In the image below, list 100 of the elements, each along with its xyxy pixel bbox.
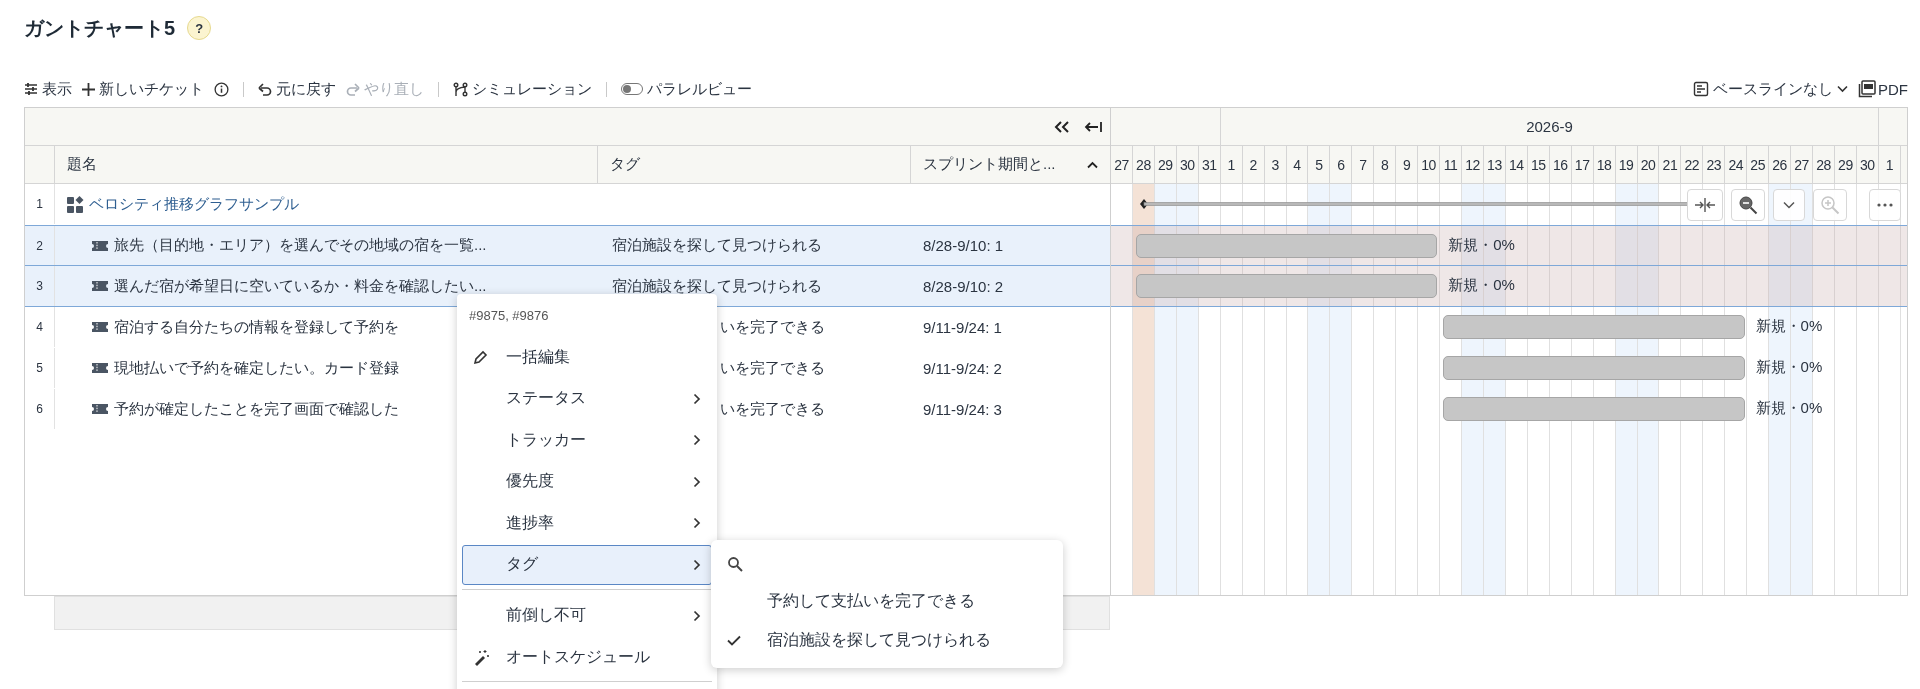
info-icon[interactable] <box>214 81 229 97</box>
menu-item[interactable]: 進捗率 <box>462 503 712 543</box>
sprint-text: 9/11-9/24: 2 <box>923 359 1002 377</box>
zoom-in-icon <box>1820 195 1840 215</box>
chevron-right-icon <box>693 434 701 446</box>
undo-button[interactable]: 元に戻す <box>258 79 336 99</box>
pdf-file-icon <box>1858 80 1876 98</box>
column-header[interactable]: タグ <box>598 146 911 183</box>
row-number: 4 <box>36 320 43 334</box>
zoom-out-button[interactable] <box>1731 189 1765 221</box>
tag-option[interactable]: 宿泊施設を探して見つけられる <box>711 621 1063 660</box>
menu-item[interactable]: 優先度 <box>462 461 712 502</box>
ticket-title[interactable]: 予約が確定したことを完了画面で確認した <box>114 399 399 419</box>
day-label: 11 <box>1443 156 1458 173</box>
sort-up-icon[interactable] <box>1087 160 1098 169</box>
day-label: 17 <box>1574 156 1590 173</box>
day-label: 6 <box>1337 156 1345 173</box>
ticket-icon <box>91 403 109 415</box>
month-label: 2026-9 <box>1526 118 1573 135</box>
day-label: 4 <box>1293 156 1301 173</box>
ticket-title[interactable]: 現地払いで予約を確定したい。カード登録 <box>114 358 399 378</box>
more-button[interactable] <box>1869 189 1901 221</box>
chevron-down-icon <box>1837 85 1848 93</box>
simulation-button[interactable]: シミュレーション <box>453 79 592 99</box>
dropdown-button[interactable] <box>1773 189 1805 221</box>
tag-text: 宿泊施設を探して見つけられる <box>612 236 822 255</box>
plus-icon <box>82 82 95 96</box>
day-label: 14 <box>1509 156 1524 173</box>
collapse-arrows-icon <box>1694 198 1716 212</box>
column-header[interactable]: 題名 <box>55 146 598 183</box>
table-row[interactable]: 1 ベロシティ推移グラフサンプル <box>25 184 1110 225</box>
chevron-right-icon <box>693 517 701 529</box>
day-label: 25 <box>1750 156 1765 173</box>
ticket-icon <box>91 280 109 292</box>
sliders-icon <box>24 82 38 96</box>
tag-option[interactable]: 予約して支払いを完了できる <box>711 582 1063 621</box>
chevron-right-icon <box>693 558 701 571</box>
menu-item[interactable]: トラッカー <box>462 420 712 460</box>
tag-text: 宿泊施設を探して見つけられる <box>612 276 822 296</box>
chevron-right-icon <box>693 609 701 622</box>
ticket-title[interactable]: 旅先（目的地・エリア）を選んでその地域の宿を一覧... <box>114 236 487 255</box>
task-bar[interactable] <box>1135 274 1438 298</box>
ticket-title[interactable]: 選んだ宿が希望日に空いているか・料金を確認したい... <box>114 276 487 296</box>
parallel-view-toggle[interactable]: パラレルビュー <box>621 79 752 99</box>
menu-header: #9875, #9876 <box>468 307 550 325</box>
more-icon <box>1877 203 1893 207</box>
sprint-text: 9/11-9/24: 1 <box>923 318 1002 336</box>
document-icon <box>1693 81 1709 97</box>
page-title: ガントチャート5 <box>24 15 176 41</box>
row-number: 6 <box>36 402 43 416</box>
new-ticket-button[interactable]: 新しいチケット <box>82 79 204 99</box>
task-bar[interactable] <box>1443 397 1745 421</box>
summary-bar[interactable] <box>1138 198 1687 210</box>
day-label: 26 <box>1772 156 1787 173</box>
tag-text: いを完了できる <box>720 399 825 419</box>
day-label: 21 <box>1662 156 1678 173</box>
search-icon <box>727 556 743 572</box>
fit-button[interactable] <box>1687 189 1723 221</box>
branch-icon <box>453 81 468 97</box>
collapse-arrow-icon[interactable] <box>1084 120 1102 133</box>
ticket-title[interactable]: 宿泊する自分たちの情報を登録して予約を <box>114 317 399 337</box>
ticket-icon <box>91 239 109 252</box>
chevron-right-icon <box>693 475 701 488</box>
row-number: 5 <box>36 361 43 375</box>
day-label: 7 <box>1359 156 1367 173</box>
collapse-double-chevron-icon[interactable] <box>1054 120 1070 133</box>
check-icon <box>727 635 741 646</box>
day-label: 1 <box>1885 156 1893 173</box>
day-label: 1 <box>1227 156 1235 173</box>
table-row[interactable]: 3 選んだ宿が希望日に空いているか・料金を確認したい... 宿泊施設を探して見つけられる 8/28-9/10: 2 <box>25 266 1110 307</box>
day-label: 29 <box>1158 156 1173 173</box>
column-header[interactable]: スプリント期間と... <box>923 155 1056 174</box>
bar-label: 新規・0% <box>1448 236 1515 255</box>
menu-item[interactable]: 一括編集 <box>462 337 712 377</box>
task-bar[interactable] <box>1443 315 1745 339</box>
menu-item[interactable]: ステータス <box>462 378 712 419</box>
help-button[interactable]: ? <box>187 16 212 40</box>
table-row[interactable]: 2 旅先（目的地・エリア）を選んでその地域の宿を一覧... 宿泊施設を探して見つけられる 8/28-9/10: 1 <box>25 225 1110 266</box>
menu-item[interactable]: タグ <box>462 544 712 585</box>
ticket-link[interactable]: ベロシティ推移グラフサンプル <box>89 194 299 214</box>
day-label: 28 <box>1136 156 1151 173</box>
day-label: 5 <box>1315 156 1323 173</box>
baseline-dropdown[interactable]: ベースラインなし <box>1693 79 1848 99</box>
sprint-text: 8/28-9/10: 1 <box>923 237 1004 254</box>
menu-item[interactable]: 前倒し不可 <box>462 595 712 636</box>
day-label: 9 <box>1403 156 1411 173</box>
parent-task-icon <box>67 195 84 213</box>
view-button[interactable]: 表示 <box>24 79 72 99</box>
ticket-icon <box>91 321 109 333</box>
chevron-down-icon <box>1783 201 1795 209</box>
bar-label: 新規・0% <box>1448 276 1515 295</box>
day-label: 30 <box>1860 156 1875 173</box>
task-bar[interactable] <box>1135 234 1438 258</box>
day-label: 27 <box>1794 156 1809 173</box>
pdf-button[interactable]: PDF <box>1858 80 1908 98</box>
bar-label: 新規・0% <box>1755 317 1823 336</box>
day-label: 20 <box>1640 156 1656 173</box>
menu-item[interactable]: オートスケジュール <box>462 637 712 677</box>
task-bar[interactable] <box>1443 356 1745 380</box>
day-label: 28 <box>1816 156 1831 173</box>
